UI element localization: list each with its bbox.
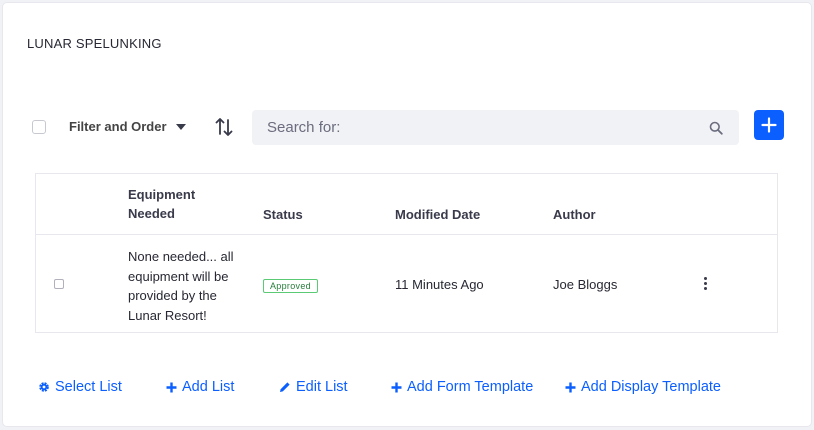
add-list-label: Add List (182, 379, 235, 395)
search-icon[interactable] (709, 121, 723, 135)
select-list-link[interactable]: Select List (38, 379, 122, 395)
configuration-links: Select List Add List Edit List Add Form … (3, 379, 811, 399)
entries-table: Equipment Needed Status Modified Date Au… (35, 173, 778, 333)
select-all-checkbox[interactable] (32, 120, 46, 134)
search-bar (252, 110, 739, 145)
plus-icon (391, 382, 402, 392)
page-title: LUNAR SPELUNKING (27, 36, 162, 51)
edit-list-link[interactable]: Edit List (279, 379, 348, 395)
modified-date-cell: 11 Minutes Ago (395, 277, 484, 292)
column-header-status: Status (263, 207, 303, 222)
sort-arrows-icon[interactable] (215, 117, 233, 137)
gear-icon (39, 382, 49, 392)
pencil-icon (280, 382, 290, 392)
filter-and-order-label: Filter and Order (69, 119, 167, 134)
caret-down-icon (175, 123, 186, 130)
add-display-template-link[interactable]: Add Display Template (565, 379, 721, 395)
equipment-cell: None needed... all equipment will be pro… (128, 249, 234, 323)
portlet-card: LUNAR SPELUNKING Filter and Order Equipm… (3, 3, 811, 426)
column-header-equipment: Equipment Needed (128, 187, 196, 221)
table-header: Equipment Needed Status Modified Date Au… (36, 174, 777, 235)
filter-and-order-dropdown[interactable]: Filter and Order (69, 119, 186, 134)
search-input[interactable] (252, 110, 692, 145)
row-checkbox[interactable] (54, 279, 64, 289)
management-toolbar: Filter and Order (3, 108, 811, 148)
vertical-ellipsis-icon[interactable] (702, 277, 708, 291)
plus-icon (761, 117, 777, 133)
plus-icon (565, 382, 576, 392)
add-display-template-label: Add Display Template (581, 379, 721, 395)
add-button[interactable] (754, 110, 784, 140)
edit-list-label: Edit List (296, 379, 348, 395)
column-header-modified-date: Modified Date (395, 207, 481, 222)
add-form-template-link[interactable]: Add Form Template (391, 379, 533, 395)
table-row[interactable]: None needed... all equipment will be pro… (36, 234, 777, 333)
select-list-label: Select List (55, 379, 122, 395)
author-cell: Joe Bloggs (553, 277, 618, 292)
plus-icon (166, 382, 177, 392)
add-list-link[interactable]: Add List (166, 379, 234, 395)
status-badge: Approved (263, 279, 318, 293)
column-header-author: Author (553, 207, 596, 222)
add-form-template-label: Add Form Template (407, 379, 534, 395)
